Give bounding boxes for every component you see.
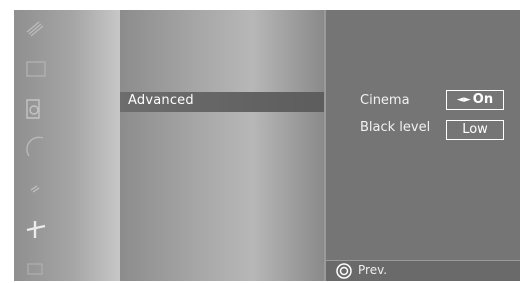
black-level-value-box[interactable]: Low bbox=[446, 120, 504, 140]
ok-button-icon[interactable] bbox=[336, 263, 352, 279]
sound-icon[interactable] bbox=[23, 96, 49, 122]
left-right-arrows-icon: ◄► bbox=[456, 95, 471, 105]
option-icon[interactable] bbox=[23, 172, 49, 198]
cinema-label: Cinema bbox=[360, 93, 410, 108]
submenu-item-advanced[interactable]: Advanced bbox=[120, 92, 324, 112]
cinema-value-box[interactable]: ◄► On bbox=[446, 90, 504, 110]
footer-bar: Prev. bbox=[326, 260, 520, 281]
cinema-value: On bbox=[472, 92, 494, 107]
tv-osd-screen: Advanced Cinema ◄► On Black level Low Pre… bbox=[14, 10, 520, 281]
prev-label: Prev. bbox=[358, 263, 388, 277]
screen-icon[interactable] bbox=[23, 57, 49, 83]
black-level-label: Black level bbox=[360, 120, 431, 135]
settings-panel: Cinema ◄► On Black level Low Prev. bbox=[324, 10, 520, 281]
setup-icon[interactable] bbox=[23, 216, 49, 242]
picture-icon[interactable] bbox=[23, 16, 49, 42]
black-level-value: Low bbox=[462, 122, 488, 137]
input-icon[interactable] bbox=[23, 258, 49, 281]
menu-icon-strip bbox=[14, 10, 120, 281]
submenu-column: Advanced bbox=[120, 10, 324, 281]
time-icon[interactable] bbox=[23, 134, 49, 160]
submenu-item-label: Advanced bbox=[128, 93, 194, 108]
